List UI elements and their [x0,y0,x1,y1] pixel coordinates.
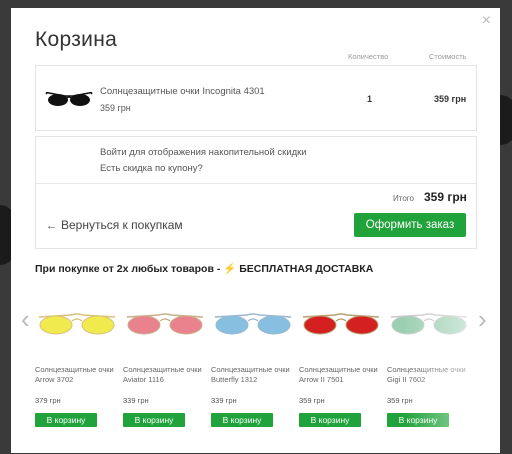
product-name[interactable]: Солнцезащитные очки Butterfly 1312 [211,365,295,385]
promo-banner: При покупке от 2х любых товаров - ⚡ БЕСП… [35,262,373,275]
sunglasses-image[interactable] [299,295,383,351]
carousel-next-icon[interactable]: › [478,306,487,332]
login-discount-link[interactable]: Войти для отображения накопительной скид… [100,147,307,158]
close-icon[interactable]: × [482,13,491,29]
cart-modal: × Корзина Количество Стоимость Солнцезащ… [11,8,500,453]
product-price: 359 грн [299,396,325,405]
sunglasses-thumbnail[interactable] [45,88,93,110]
add-to-cart-button[interactable]: В корзину [123,413,185,427]
cart-item-price: 359 грн [100,103,131,113]
divider [36,183,476,184]
add-to-cart-button[interactable]: В корзину [387,413,449,427]
product-price: 339 грн [211,396,237,405]
back-to-shopping-label: Вернуться к покупкам [61,218,183,232]
sunglasses-image[interactable] [387,295,471,351]
cost-column-header: Стоимость [429,52,467,61]
cart-summary: Войти для отображения накопительной скид… [35,136,477,249]
sunglasses-image[interactable] [123,295,207,351]
add-to-cart-button[interactable]: В корзину [211,413,273,427]
product-name[interactable]: Солнцезащитные очки Aviator 1116 [123,365,207,385]
page-title: Корзина [35,28,118,51]
product-name[interactable]: Солнцезащитные очки Arrow 3702 [35,365,119,385]
promo-text: При покупке от 2х любых товаров - [35,263,221,275]
cart-item-total: 359 грн [434,94,467,104]
coupon-link[interactable]: Есть скидка по купону? [100,163,203,174]
sunglasses-image[interactable] [211,295,295,351]
product-price: 339 грн [123,396,149,405]
cart-item-quantity: 1 [367,94,373,104]
product-name[interactable]: Солнцезащитные очки Arrow II 7501 [299,365,383,385]
total-value: 359 грн [424,190,467,204]
carousel-prev-icon[interactable]: ‹ [21,306,30,332]
add-to-cart-button[interactable]: В корзину [35,413,97,427]
total-label: Итого [393,194,414,203]
arrow-left-icon: ← [46,220,57,232]
cart-item-row: Солнцезащитные очки Incognita 4301 359 г… [35,65,477,131]
sunglasses-image[interactable] [35,295,119,351]
product-name[interactable]: Солнцезащитные очки Gigi II 7602 [387,365,471,385]
add-to-cart-button[interactable]: В корзину [299,413,361,427]
cart-item-name[interactable]: Солнцезащитные очки Incognita 4301 [100,86,265,97]
back-to-shopping-link[interactable]: ← Вернуться к покупкам [46,218,183,232]
checkout-button[interactable]: Оформить заказ [354,213,466,237]
product-price: 379 грн [35,396,61,405]
quantity-column-header: Количество [348,52,389,61]
free-delivery-label: БЕСПЛАТНАЯ ДОСТАВКА [239,263,374,275]
lightning-icon: ⚡ [223,263,237,275]
product-price: 359 грн [387,396,413,405]
